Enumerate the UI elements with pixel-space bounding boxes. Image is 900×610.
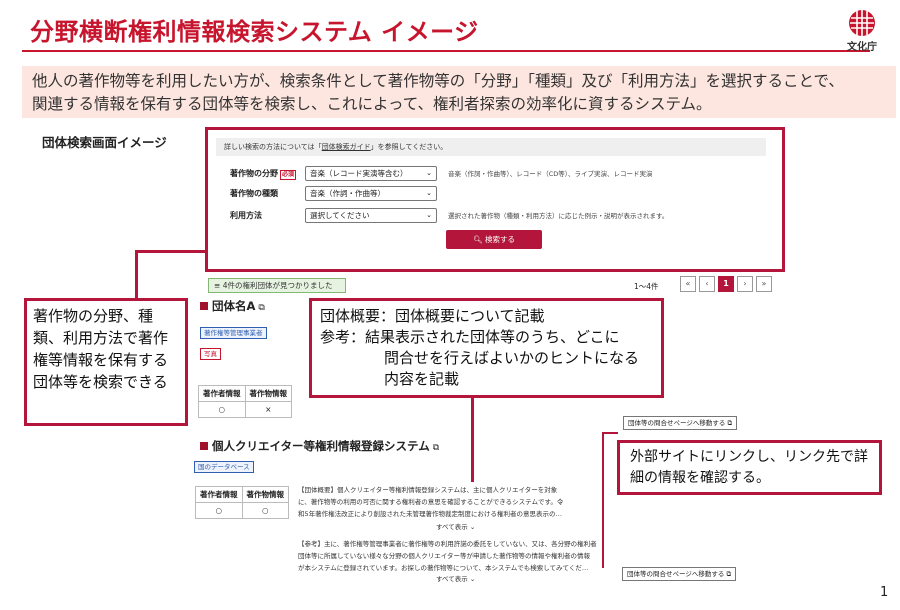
org-a-title[interactable]: 団体名A ⧉	[200, 298, 265, 314]
callout-search: 著作物の分野、種類、利用方法で著作権等情報を保有する団体等を検索できる	[24, 298, 188, 426]
show-all-button-2[interactable]: すべて表示 ⌄	[436, 573, 475, 583]
bullet-square-icon	[200, 442, 208, 450]
org-b-info-table: 著作者情報 著作物情報 ○ ○	[195, 486, 289, 519]
connector-line	[602, 432, 618, 434]
screen-label: 団体検索画面イメージ	[42, 135, 167, 150]
chevron-down-icon: ⌄	[426, 211, 432, 219]
connector-line	[135, 250, 138, 300]
org-b-category-tag: 国のデータベース	[194, 461, 254, 473]
cell-author-info: ○	[198, 401, 246, 418]
external-link-icon: ⧉	[727, 419, 733, 427]
connector-line	[471, 396, 474, 482]
pagination: « ‹ 1 › »	[680, 276, 772, 292]
field-hint: 音楽（作詞・作曲等）、レコード（CD等）、ライブ実演、レコード実演	[448, 170, 653, 178]
pager-next-button[interactable]: ›	[737, 276, 753, 292]
filter-icon: ≡	[214, 281, 221, 290]
agency-logo: 文化庁	[836, 8, 888, 58]
org-b-summary: 【団体概要】個人クリエイター等権利情報登録システムは、主に個人クリエイターを対象…	[298, 486, 564, 518]
field-select[interactable]: 音楽（レコード実演等含む） ⌄	[305, 166, 437, 181]
org-b-note: 【参考】主に、著作権等管理事業者に著作権等の利用許諾の委託をしていない、又は、各…	[298, 540, 597, 572]
type-label: 著作物の種類	[230, 189, 278, 198]
method-select[interactable]: 選択してください ⌄	[305, 208, 437, 223]
logo-mark-icon	[849, 10, 875, 36]
guide-prefix: 詳しい検索の方法については「	[224, 143, 322, 151]
field-label: 著作物の分野 必須	[230, 169, 297, 180]
cell-work-info: ○	[241, 502, 289, 519]
org-a-category-tag: 著作権等管理事業者	[200, 327, 267, 339]
show-all-button[interactable]: すべて表示 ⌄	[436, 521, 475, 531]
external-link-icon: ⧉	[258, 303, 265, 313]
result-count-badge: ≡ 4件の権利団体が見つかりました	[208, 278, 346, 293]
cell-work-info: ×	[244, 401, 292, 418]
chevron-down-icon: ⌄	[469, 523, 476, 531]
org-a-contact-link[interactable]: 団体等の問合せページへ移動する ⧉	[623, 416, 738, 430]
callout-overview: 団体概要：団体概要について記載 参考：結果表示された団体等のうち、どこに 問合せ…	[309, 298, 664, 398]
intro-description: 他人の著作物等を利用したい方が、検索条件として著作物等の「分野」「種類」及び「利…	[22, 66, 896, 118]
chevron-down-icon: ⌄	[426, 189, 432, 197]
search-button[interactable]: 🔍︎ 検索する	[446, 230, 542, 249]
title-divider	[22, 50, 870, 52]
org-b-contact-link[interactable]: 団体等の問合せページへ移動する ⧉	[622, 567, 737, 581]
required-badge: 必須	[280, 170, 297, 180]
guide-bar: 詳しい検索の方法については「団体検索ガイド」を参照してください。	[216, 138, 766, 156]
method-hint: 選択された著作物（種類・利用方法）に応じた例示・説明が表示されます。	[448, 212, 669, 220]
guide-link[interactable]: 団体検索ガイド	[322, 143, 371, 151]
pager-page-1[interactable]: 1	[718, 276, 734, 292]
org-a-genre-tag: 写真	[200, 348, 221, 360]
external-link-icon: ⧉	[726, 570, 732, 578]
result-range: 1〜4件	[634, 282, 659, 291]
bullet-square-icon	[200, 302, 208, 310]
col-author-info: 著作者情報	[198, 385, 246, 402]
connector-line	[135, 250, 207, 253]
col-work-info: 著作物情報	[244, 385, 292, 402]
search-icon: 🔍︎	[473, 235, 483, 244]
pager-first-button[interactable]: «	[680, 276, 696, 292]
guide-suffix: 」を参照してください。	[370, 143, 448, 151]
cell-author-info: ○	[195, 502, 243, 519]
page-title: 分野横断権利情報検索システム イメージ	[30, 18, 479, 46]
logo-text: 文化庁	[847, 42, 877, 53]
pager-last-button[interactable]: »	[756, 276, 772, 292]
org-b-title[interactable]: 個人クリエイター等権利情報登録システム ⧉	[200, 438, 439, 454]
type-select[interactable]: 音楽（作詞・作曲等） ⌄	[305, 186, 437, 201]
org-a-info-table: 著作者情報 著作物情報 ○ ×	[198, 385, 292, 418]
intro-line-2: 関連する情報を保有する団体等を検索し、これによって、権利者探索の効率化に資するシ…	[32, 95, 712, 113]
callout-external-link: 外部サイトにリンクし、リンク先で詳細の情報を確認する。	[617, 440, 882, 495]
external-link-icon: ⧉	[432, 443, 440, 453]
page-number: 1	[880, 585, 889, 600]
intro-line-1: 他人の著作物等を利用したい方が、検索条件として著作物等の「分野」「種類」及び「利…	[32, 72, 844, 90]
method-label: 利用方法	[230, 211, 262, 220]
connector-line	[602, 432, 604, 568]
search-form-panel: 詳しい検索の方法については「団体検索ガイド」を参照してください。 著作物の分野必…	[205, 127, 785, 272]
pager-prev-button[interactable]: ‹	[699, 276, 715, 292]
col-work-info: 著作物情報	[241, 486, 289, 503]
chevron-down-icon: ⌄	[469, 575, 476, 583]
chevron-down-icon: ⌄	[426, 169, 432, 177]
col-author-info: 著作者情報	[195, 486, 243, 503]
